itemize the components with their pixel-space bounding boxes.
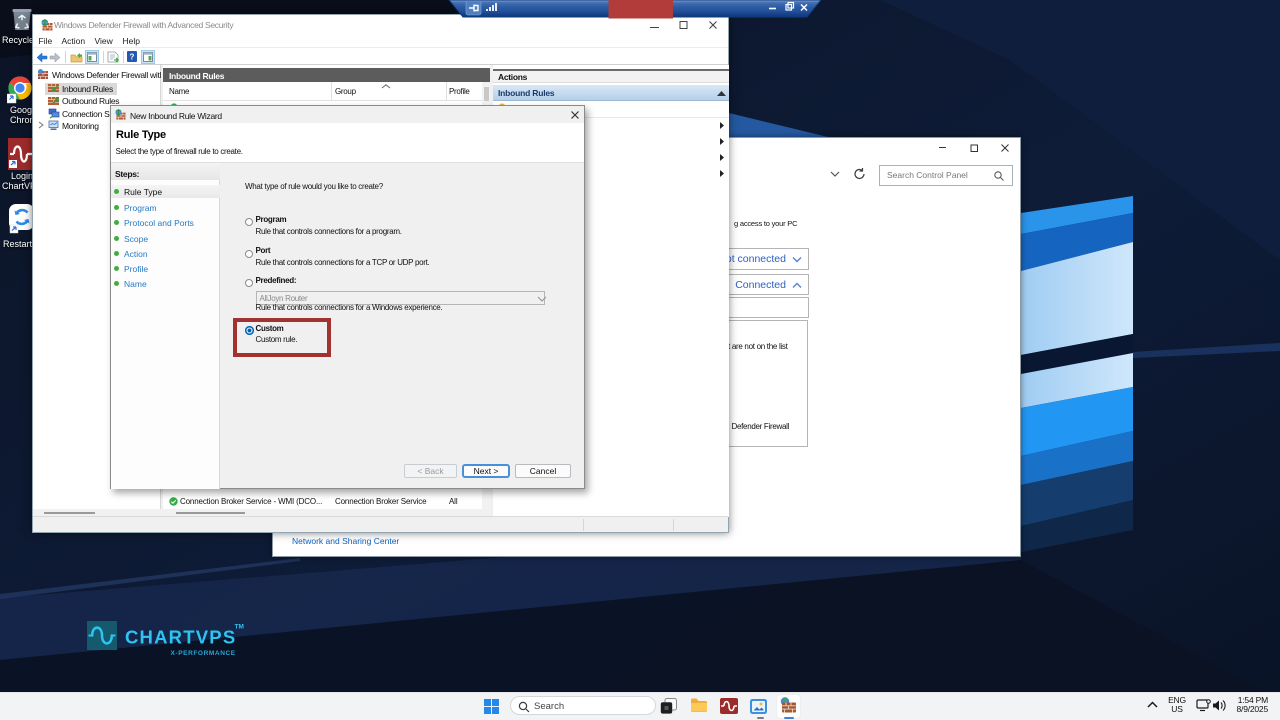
svg-text:CHARTVPS: CHARTVPS bbox=[125, 627, 236, 648]
svg-text:X-PERFORMANCE: X-PERFORMANCE bbox=[171, 650, 236, 657]
svg-text:TM: TM bbox=[235, 624, 244, 631]
svg-text:?: ? bbox=[130, 53, 135, 62]
